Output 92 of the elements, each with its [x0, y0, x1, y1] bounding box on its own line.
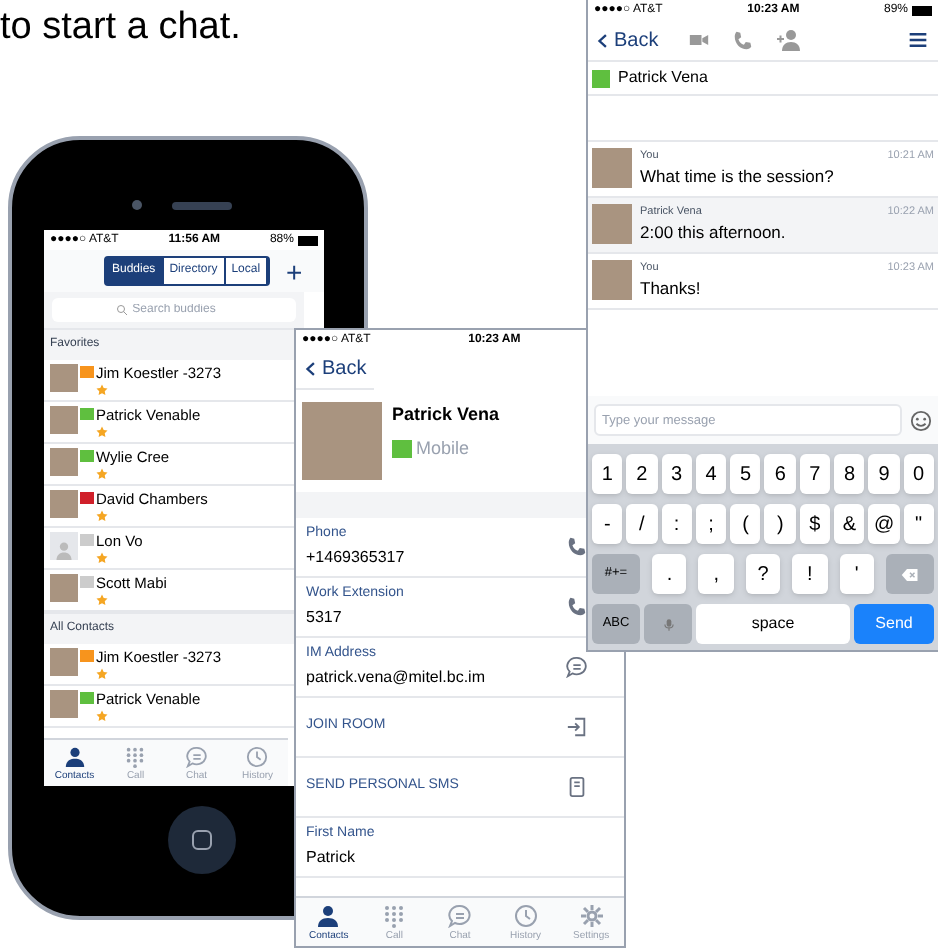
microphone-icon — [661, 613, 675, 635]
keyboard-key[interactable]: & — [834, 504, 865, 544]
keyboard-key[interactable]: @ — [868, 504, 900, 544]
field-value: 5317 — [306, 605, 344, 630]
keyboard-key[interactable]: " — [903, 504, 934, 544]
keyboard-key[interactable]: 3 — [661, 454, 692, 494]
message-text: What time is the session? — [640, 164, 836, 190]
photo-placeholder — [50, 448, 78, 476]
keyboard-key[interactable]: ; — [695, 504, 727, 544]
keyboard-key[interactable]: - — [592, 504, 623, 544]
keyboard-key[interactable]: : — [661, 504, 692, 544]
camera-icon — [132, 200, 142, 210]
clock-icon — [513, 903, 538, 927]
keyboard-key[interactable]: ) — [764, 504, 796, 544]
keyboard-key[interactable]: 7 — [799, 454, 831, 494]
search-icon — [116, 304, 128, 316]
space-key[interactable]: space — [696, 604, 850, 644]
favorite-star-icon[interactable] — [96, 468, 108, 480]
photo-placeholder — [50, 648, 78, 676]
contact-name: Patrick Vena — [618, 66, 708, 90]
phone-icon[interactable] — [566, 596, 588, 618]
battery-icon — [297, 235, 318, 245]
keyboard-key[interactable]: ! — [792, 554, 828, 594]
contact-name: Patrick Vena — [392, 402, 500, 428]
keyboard-key[interactable]: ' — [839, 554, 875, 594]
presence-status: Mobile — [416, 435, 470, 461]
settings-icon — [579, 903, 604, 927]
photo-placeholder — [50, 364, 78, 392]
photo-placeholder — [50, 490, 78, 518]
field-value: Patrick — [306, 845, 357, 870]
photo-placeholder — [302, 402, 382, 480]
back-button[interactable]: Back — [296, 350, 375, 390]
phone-message-icon[interactable] — [566, 776, 588, 798]
photo-placeholder — [592, 260, 632, 300]
menu-icon[interactable] — [906, 30, 930, 50]
add-person-icon[interactable] — [774, 28, 803, 52]
message-text: 2:00 this afternoon. — [640, 220, 788, 246]
keyboard-key[interactable]: 4 — [695, 454, 727, 494]
chat-bubble-icon — [185, 745, 208, 767]
battery-icon — [912, 5, 932, 15]
keyboard-key[interactable]: 6 — [764, 454, 796, 494]
back-chevron-icon — [304, 360, 318, 378]
keyboard-key[interactable]: ( — [730, 504, 761, 544]
keyboard-key[interactable]: 9 — [868, 454, 900, 494]
backspace-icon — [898, 565, 923, 583]
favorite-star-icon[interactable] — [96, 552, 108, 564]
phone-icon[interactable] — [732, 29, 755, 51]
photo-placeholder — [50, 574, 78, 602]
keyboard-key[interactable]: ? — [745, 554, 781, 594]
keyboard-key[interactable]: , — [698, 554, 734, 594]
chat-bubble-icon — [447, 903, 472, 927]
keyboard-key[interactable]: 2 — [626, 454, 658, 494]
add-button[interactable]: + — [286, 257, 303, 285]
favorite-star-icon[interactable] — [96, 384, 108, 396]
keyboard-key[interactable]: 1 — [592, 454, 623, 494]
message-text: Thanks! — [640, 276, 703, 302]
photo-placeholder — [50, 690, 78, 718]
back-chevron-icon — [596, 31, 610, 49]
microphone-key[interactable] — [644, 604, 692, 644]
keypad-icon — [124, 745, 147, 767]
keypad-icon — [382, 903, 407, 927]
favorite-star-icon[interactable] — [96, 510, 108, 522]
field-value: +1469365317 — [306, 545, 405, 570]
field-value: patrick.vena@mitel.bc.im — [306, 665, 485, 690]
favorite-star-icon[interactable] — [96, 426, 108, 438]
person-icon — [316, 903, 341, 927]
favorite-star-icon[interactable] — [96, 668, 108, 680]
mobile-presence-icon — [392, 439, 412, 458]
enter-arrow-icon[interactable] — [566, 716, 588, 738]
phone-icon[interactable] — [566, 536, 588, 558]
keyboard-key[interactable]: / — [626, 504, 658, 544]
smiley-icon[interactable] — [910, 409, 932, 431]
favorite-star-icon[interactable] — [96, 710, 108, 722]
video-camera-icon[interactable] — [686, 30, 713, 50]
favorite-star-icon[interactable] — [96, 594, 108, 606]
send-button[interactable]: Send — [854, 604, 934, 644]
mobile-presence-icon — [592, 69, 610, 87]
photo-placeholder — [592, 204, 632, 244]
keyboard-key[interactable]: 0 — [903, 454, 934, 494]
chat-bubble-icon[interactable] — [566, 656, 588, 678]
speaker-slot — [172, 202, 232, 210]
clock-icon — [246, 745, 269, 767]
keyboard-key[interactable]: . — [652, 554, 687, 594]
keyboard-key[interactable]: 5 — [730, 454, 761, 494]
back-button[interactable]: Back — [596, 25, 659, 55]
backspace-key[interactable] — [886, 554, 935, 594]
keyboard-key[interactable]: $ — [799, 504, 831, 544]
caption: to start a chat. — [0, 8, 241, 46]
keyboard-key[interactable]: 8 — [834, 454, 865, 494]
photo-placeholder — [50, 406, 78, 434]
person-icon — [63, 745, 86, 767]
photo-placeholder — [592, 148, 632, 188]
